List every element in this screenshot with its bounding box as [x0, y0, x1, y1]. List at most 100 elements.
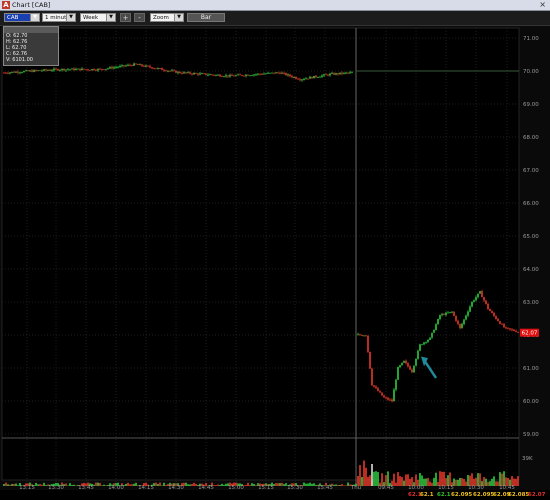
- candle-body: [45, 69, 47, 71]
- candle-body: [255, 74, 257, 76]
- zoom-select[interactable]: Zoom ▼: [150, 13, 184, 22]
- candle-body: [411, 369, 413, 373]
- candle-body: [409, 366, 411, 370]
- volume-bar: [95, 482, 97, 486]
- candle-body: [363, 335, 365, 337]
- candle-body: [383, 395, 385, 398]
- candle-body: [73, 68, 75, 71]
- volume-bar: [195, 484, 197, 486]
- candle-body: [319, 76, 321, 78]
- volume-bar: [15, 483, 17, 486]
- candle-body: [351, 72, 353, 74]
- candle-body: [385, 397, 387, 399]
- candle-body: [489, 309, 491, 312]
- candle-body: [53, 68, 55, 71]
- volume-bar: [313, 483, 315, 486]
- status-quote: 62.095: [451, 492, 473, 498]
- volume-bar: [7, 484, 9, 486]
- chart-window: A Chart [CAB] × CAB ▼ 1 minute ▼ Week ▼ …: [0, 0, 550, 500]
- candle-body: [349, 72, 351, 74]
- volume-bar: [457, 479, 459, 486]
- candle-body: [205, 73, 207, 75]
- range-select[interactable]: Week ▼: [80, 13, 116, 22]
- candle-body: [387, 397, 389, 400]
- volume-bar: [185, 482, 187, 486]
- volume-bar: [369, 475, 371, 486]
- candle-body: [123, 65, 125, 67]
- volume-bar: [67, 485, 69, 486]
- candle-body: [475, 297, 477, 301]
- volume-bar: [449, 472, 451, 486]
- volume-bar: [105, 485, 107, 486]
- toolbar: CAB ▼ 1 minute ▼ Week ▼ + - Zoom ▼ Bar: [0, 11, 550, 26]
- candle-body: [189, 72, 191, 74]
- candle-body: [107, 68, 109, 70]
- candle-body: [399, 365, 401, 368]
- candle-body: [3, 72, 5, 74]
- candle-body: [339, 72, 341, 75]
- chevron-down-icon[interactable]: ▼: [30, 14, 39, 21]
- candle-body: [13, 71, 15, 73]
- interval-select[interactable]: 1 minute ▼: [42, 13, 76, 22]
- status-quote: 62.1: [420, 492, 434, 498]
- volume-bar: [217, 484, 219, 486]
- candle-body: [425, 341, 427, 343]
- candle-body: [57, 69, 59, 71]
- bar-button[interactable]: Bar: [187, 13, 225, 22]
- chevron-down-icon[interactable]: ▼: [66, 14, 75, 21]
- candle-body: [173, 70, 175, 72]
- candle-body: [225, 75, 227, 77]
- volume-bar: [373, 471, 375, 486]
- volume-bar: [493, 476, 495, 486]
- candle-body: [283, 72, 285, 74]
- chevron-down-icon[interactable]: ▼: [106, 14, 115, 21]
- chevron-down-icon[interactable]: ▼: [174, 14, 183, 21]
- candle-body: [457, 320, 459, 324]
- candle-body: [361, 335, 363, 336]
- candle-body: [29, 70, 31, 72]
- candle-body: [201, 73, 203, 75]
- symbol-select[interactable]: CAB ▼: [4, 13, 40, 22]
- candle-body: [269, 72, 271, 74]
- candle-body: [197, 73, 199, 75]
- volume-bar: [73, 484, 75, 486]
- symbol-value: CAB: [7, 15, 19, 21]
- volume-bar: [129, 484, 131, 486]
- volume-bar: [13, 483, 15, 486]
- candle-body: [323, 74, 325, 76]
- title-bar[interactable]: A Chart [CAB] ×: [0, 0, 550, 11]
- candle-body: [329, 73, 331, 76]
- candle-body: [223, 76, 225, 78]
- candle-body: [325, 74, 327, 76]
- volume-bar: [425, 478, 427, 486]
- candle-body: [85, 69, 87, 71]
- volume-bar: [399, 476, 401, 486]
- candle-body: [331, 73, 333, 75]
- candle-body: [55, 68, 57, 70]
- candle-body: [309, 76, 311, 79]
- candle-body: [125, 65, 127, 67]
- volume-bar: [157, 484, 159, 486]
- volume-bar: [35, 482, 37, 486]
- zoom-out-button[interactable]: -: [134, 13, 145, 22]
- candle-body: [293, 77, 295, 78]
- candle-body: [175, 70, 177, 73]
- candle-body: [105, 68, 107, 70]
- volume-bar: [303, 482, 305, 486]
- close-icon[interactable]: ×: [539, 0, 546, 10]
- candle-body: [503, 324, 505, 328]
- candle-body: [467, 311, 469, 316]
- candle-body: [185, 72, 187, 74]
- volume-bar: [101, 485, 103, 486]
- candle-body: [479, 291, 481, 294]
- candle-body: [63, 68, 65, 71]
- volume-bar: [159, 482, 161, 486]
- price-chart[interactable]: 71.00 70.00 69.00 68.00 67.00 66.00 65.00 64.00…: [0, 26, 550, 490]
- candle-body: [405, 360, 407, 364]
- candle-body: [21, 72, 23, 74]
- candle-body: [211, 74, 213, 76]
- candle-body: [49, 70, 51, 71]
- candle-body: [517, 331, 519, 333]
- zoom-in-button[interactable]: +: [120, 13, 131, 22]
- volume-bar: [461, 478, 463, 486]
